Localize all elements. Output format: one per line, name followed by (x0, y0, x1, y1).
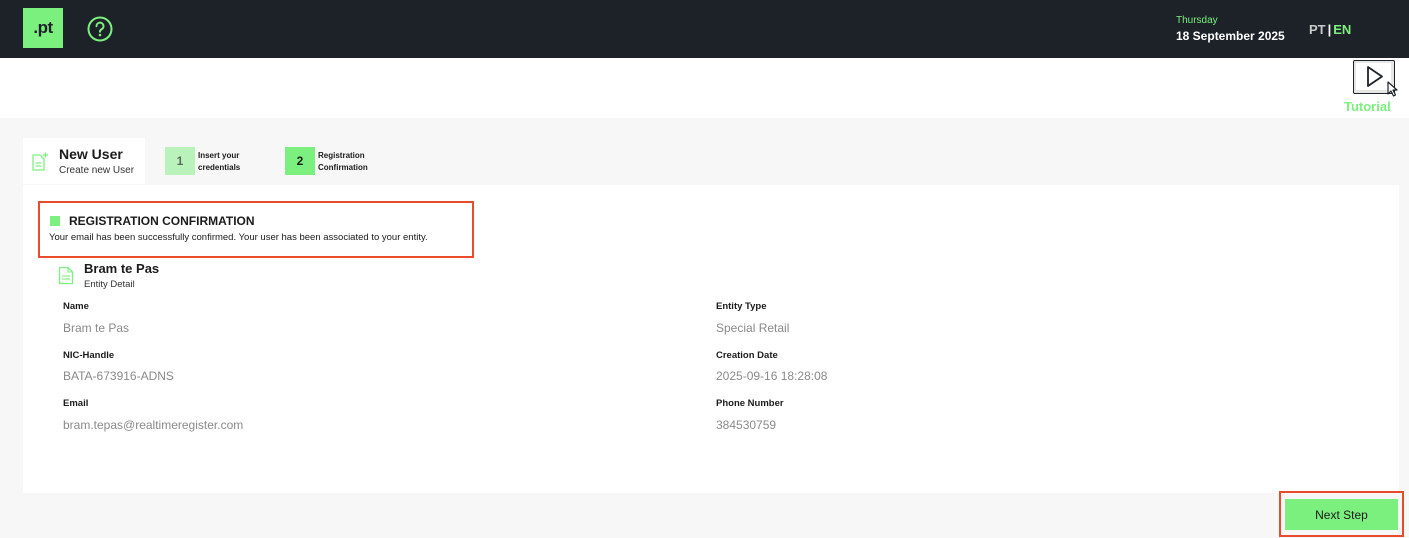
add-document-icon (32, 152, 48, 171)
document-icon (58, 266, 74, 285)
tutorial-link[interactable]: Tutorial (1344, 99, 1391, 114)
tab-new-user: New User Create new User (23, 138, 145, 184)
phone-number-label: Phone Number (716, 398, 784, 409)
tab-title: New User (59, 146, 123, 162)
language-en[interactable]: EN (1333, 22, 1351, 37)
name-label: Name (63, 301, 89, 312)
step-2-label: Registration Confirmation (318, 151, 368, 172)
step-1-number: 1 (165, 147, 195, 175)
entity-name: Bram te Pas (84, 261, 160, 276)
email-value: bram.tepas@realtimeregister.com (63, 418, 244, 432)
entity-subtitle: Entity Detail (84, 279, 135, 290)
entity-type-value: Special Retail (716, 321, 790, 335)
next-step-button[interactable]: Next Step (1285, 499, 1398, 530)
confirmation-title: REGISTRATION CONFIRMATION (69, 214, 255, 228)
toolbar-strip (0, 58, 1409, 118)
language-switcher: PT | EN (1309, 22, 1351, 37)
tab-subtitle: Create new User (59, 165, 135, 176)
help-icon[interactable] (87, 16, 113, 42)
pt-logo[interactable]: .pt (23, 8, 63, 48)
status-square-icon (50, 216, 60, 226)
registration-confirmation-box: REGISTRATION CONFIRMATION Your email has… (38, 201, 474, 258)
step-2-number: 2 (285, 147, 315, 175)
email-label: Email (63, 398, 89, 409)
step-1-label: Insert your credentials (198, 151, 241, 172)
confirmation-message: Your email has been successfully confirm… (49, 232, 428, 243)
language-pt[interactable]: PT (1309, 22, 1326, 37)
language-separator: | (1327, 22, 1332, 37)
play-tutorial-icon[interactable] (1353, 60, 1398, 97)
top-bar: .pt Thursday 18 September 2025 PT | EN (0, 0, 1409, 58)
current-day: Thursday (1176, 15, 1218, 26)
entity-type-label: Entity Type (716, 301, 767, 312)
creation-date-value: 2025-09-16 18:28:08 (716, 369, 828, 383)
nic-handle-label: NIC-Handle (63, 350, 115, 361)
nic-handle-value: BATA-673916-ADNS (63, 369, 174, 383)
current-date: 18 September 2025 (1176, 29, 1285, 43)
phone-number-value: 384530759 (716, 418, 777, 432)
name-value: Bram te Pas (63, 321, 130, 335)
cursor-icon (1387, 81, 1398, 97)
creation-date-label: Creation Date (716, 350, 778, 361)
